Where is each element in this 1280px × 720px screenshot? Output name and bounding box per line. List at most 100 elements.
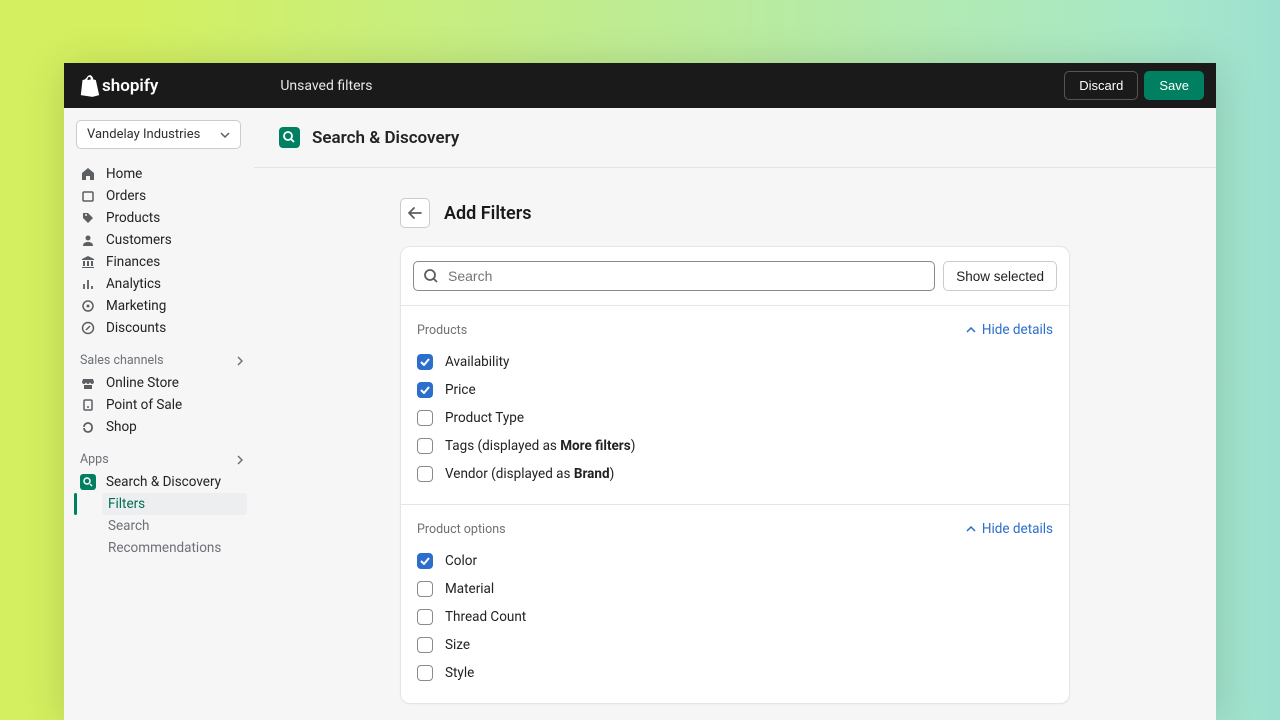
- nav-analytics[interactable]: Analytics: [76, 273, 247, 295]
- chevron-right-icon[interactable]: [237, 356, 243, 366]
- app-search-discovery[interactable]: Search & Discovery: [76, 471, 247, 493]
- shop-icon: [80, 419, 96, 435]
- sales-nav: Online Store Point of Sale Shop: [76, 372, 247, 438]
- brand-text: shopify: [102, 76, 158, 96]
- option-label: Tags (displayed as More filters): [445, 438, 635, 454]
- nav-label: Orders: [106, 188, 146, 204]
- filter-option[interactable]: Price: [417, 376, 1053, 404]
- filter-option[interactable]: Product Type: [417, 404, 1053, 432]
- nav-finances[interactable]: Finances: [76, 251, 247, 273]
- caret-down-icon: [220, 132, 230, 138]
- hide-details-link[interactable]: Hide details: [966, 521, 1053, 537]
- nav-label: Discounts: [106, 320, 166, 336]
- nav-marketing[interactable]: Marketing: [76, 295, 247, 317]
- context-title: Unsaved filters: [280, 78, 372, 94]
- option-label: Material: [445, 581, 494, 597]
- nav-pos[interactable]: Point of Sale: [76, 394, 247, 416]
- filter-option[interactable]: Material: [417, 575, 1053, 603]
- nav-shop[interactable]: Shop: [76, 416, 247, 438]
- orders-icon: [80, 188, 96, 204]
- hide-details-label: Hide details: [982, 322, 1053, 338]
- checkbox-icon[interactable]: [417, 354, 433, 370]
- option-label: Product Type: [445, 410, 524, 426]
- chevron-up-icon: [966, 327, 976, 333]
- filter-option[interactable]: Color: [417, 547, 1053, 575]
- filter-option[interactable]: Size: [417, 631, 1053, 659]
- page: Add Filters Show selected Pro: [400, 198, 1070, 704]
- filter-option[interactable]: Vendor (displayed as Brand): [417, 460, 1053, 488]
- subnav-search[interactable]: Search: [102, 515, 247, 537]
- search-discovery-icon: [80, 474, 96, 490]
- topbar: shopify Unsaved filters Discard Save: [64, 63, 1216, 108]
- option-label: Vendor (displayed as Brand): [445, 466, 614, 482]
- nav-orders[interactable]: Orders: [76, 185, 247, 207]
- filter-option[interactable]: Tags (displayed as More filters): [417, 432, 1053, 460]
- nav-home[interactable]: Home: [76, 163, 247, 185]
- section-header: Products Hide details: [417, 316, 1053, 342]
- nav-online-store[interactable]: Online Store: [76, 372, 247, 394]
- checkbox-icon[interactable]: [417, 466, 433, 482]
- main: Search & Discovery Add Filters: [254, 108, 1216, 720]
- section-product-options: Product options Hide details Color Materi…: [401, 504, 1069, 703]
- nav-products[interactable]: Products: [76, 207, 247, 229]
- checkbox-icon[interactable]: [417, 581, 433, 597]
- store-selector[interactable]: Vandelay Industries: [76, 120, 241, 149]
- sidebar: Vandelay Industries Home Orders Products…: [64, 108, 254, 720]
- checkbox-icon[interactable]: [417, 637, 433, 653]
- subnav-filters[interactable]: Filters: [102, 493, 247, 515]
- analytics-icon: [80, 276, 96, 292]
- option-label: Style: [445, 665, 474, 681]
- filters-card: Show selected Products Hide details Avai…: [400, 246, 1070, 704]
- app-label: Search & Discovery: [106, 474, 221, 490]
- checkbox-icon[interactable]: [417, 609, 433, 625]
- nav-label: Home: [106, 166, 142, 182]
- checkbox-icon[interactable]: [417, 553, 433, 569]
- section-products: Products Hide details Availability Price P…: [401, 305, 1069, 504]
- filter-option[interactable]: Thread Count: [417, 603, 1053, 631]
- sales-channels-header: Sales channels: [76, 339, 247, 372]
- checkbox-icon[interactable]: [417, 382, 433, 398]
- nav-label: Finances: [106, 254, 160, 270]
- nav-label: Products: [106, 210, 160, 226]
- nav-label: Point of Sale: [106, 397, 182, 413]
- store-name: Vandelay Industries: [87, 127, 200, 142]
- section-label: Apps: [80, 452, 109, 467]
- show-selected-button[interactable]: Show selected: [943, 261, 1057, 291]
- checkbox-icon[interactable]: [417, 438, 433, 454]
- tag-icon: [80, 210, 96, 226]
- bank-icon: [80, 254, 96, 270]
- hide-details-link[interactable]: Hide details: [966, 322, 1053, 338]
- page-header: Add Filters: [400, 198, 1070, 228]
- search-wrap: [413, 261, 935, 291]
- products-options: Availability Price Product Type Tags (displ…: [417, 348, 1053, 488]
- option-label: Availability: [445, 354, 509, 370]
- chevron-up-icon: [966, 526, 976, 532]
- filter-option[interactable]: Availability: [417, 348, 1053, 376]
- option-label: Size: [445, 637, 470, 653]
- back-button[interactable]: [400, 198, 430, 228]
- card-toolbar: Show selected: [401, 247, 1069, 305]
- nav-label: Shop: [106, 419, 137, 435]
- option-label: Color: [445, 553, 477, 569]
- checkbox-icon[interactable]: [417, 410, 433, 426]
- person-icon: [80, 232, 96, 248]
- nav-customers[interactable]: Customers: [76, 229, 247, 251]
- subnav-recommendations[interactable]: Recommendations: [102, 537, 247, 559]
- nav-label: Marketing: [106, 298, 166, 314]
- checkbox-icon[interactable]: [417, 665, 433, 681]
- target-icon: [80, 298, 96, 314]
- discount-icon: [80, 320, 96, 336]
- section-header: Product options Hide details: [417, 515, 1053, 541]
- save-button[interactable]: Save: [1144, 71, 1204, 100]
- app-title: Search & Discovery: [312, 128, 459, 148]
- search-input[interactable]: [413, 261, 935, 291]
- filter-option[interactable]: Style: [417, 659, 1053, 687]
- apps-header: Apps: [76, 438, 247, 471]
- shopify-bag-icon: [80, 75, 100, 97]
- arrow-left-icon: [408, 207, 422, 219]
- section-label: Sales channels: [80, 353, 164, 368]
- primary-nav: Home Orders Products Customers Finances …: [76, 163, 247, 339]
- nav-discounts[interactable]: Discounts: [76, 317, 247, 339]
- chevron-right-icon[interactable]: [237, 455, 243, 465]
- discard-button[interactable]: Discard: [1064, 71, 1138, 100]
